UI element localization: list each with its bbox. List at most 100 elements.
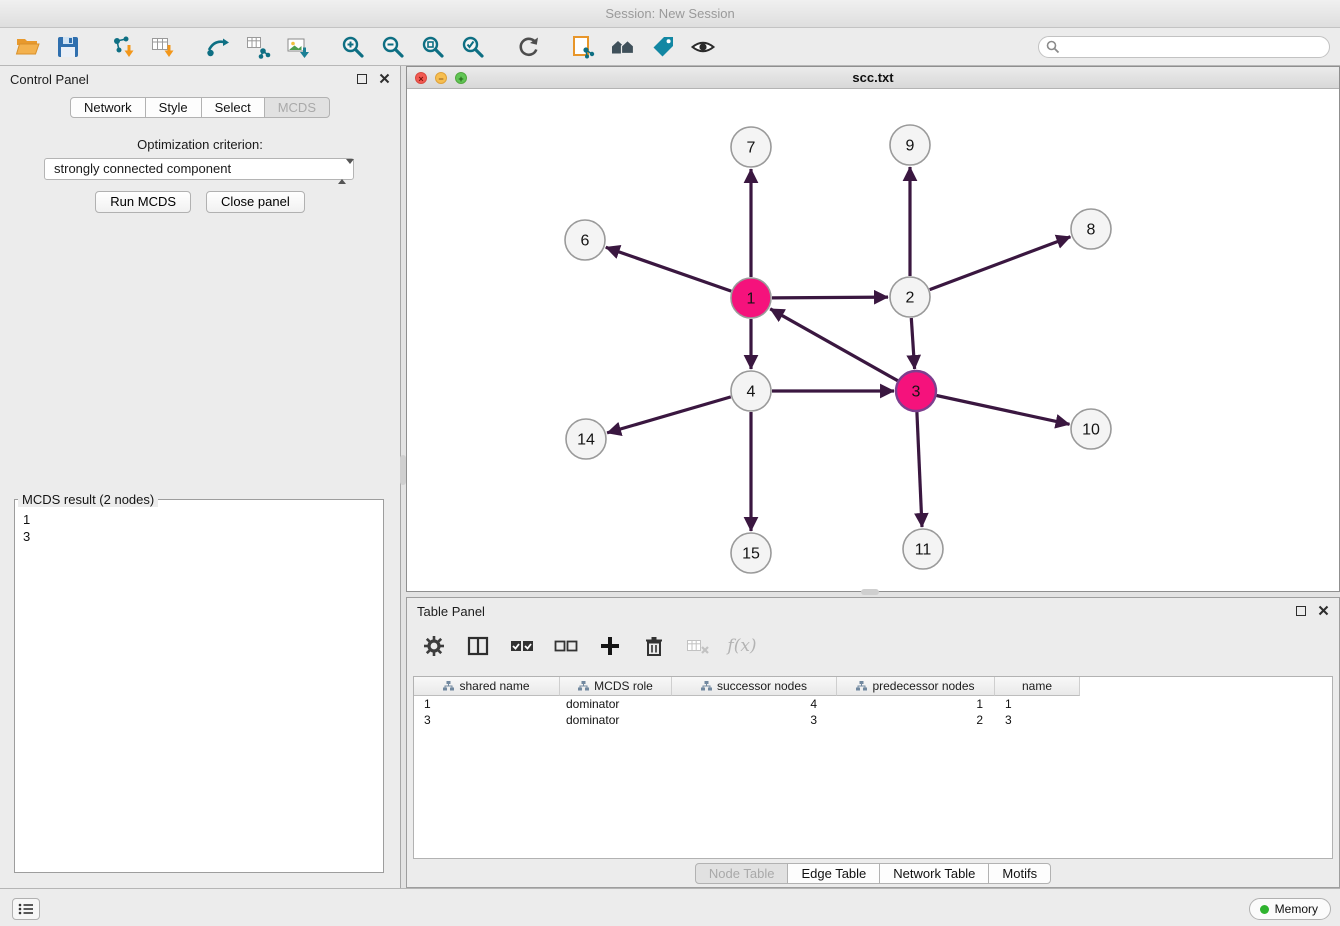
control-panel-tabs: Network Style Select MCDS: [0, 97, 400, 118]
eye-icon: [690, 34, 716, 60]
export-network-button[interactable]: [198, 31, 238, 63]
table-row[interactable]: 3 dominator 3 2 3: [414, 712, 1332, 728]
column-header-shared-name[interactable]: shared name: [414, 677, 560, 696]
graph-edge-1-6[interactable]: [606, 247, 731, 291]
first-neighbors-button[interactable]: [603, 31, 643, 63]
graph-node-2[interactable]: 2: [890, 277, 930, 317]
export-network-table-button[interactable]: [238, 31, 278, 63]
graph-node-8[interactable]: 8: [1071, 209, 1111, 249]
column-edit-icon: [701, 681, 712, 691]
tab-mcds[interactable]: MCDS: [264, 97, 330, 118]
import-table-button[interactable]: [143, 31, 183, 63]
tab-network[interactable]: Network: [70, 97, 146, 118]
cell-shared-name[interactable]: 1: [414, 696, 560, 712]
graph-node-7[interactable]: 7: [731, 127, 771, 167]
column-header-predecessor-nodes[interactable]: predecessor nodes: [837, 677, 995, 696]
control-panel-title: Control Panel: [10, 72, 89, 87]
import-network-button[interactable]: [103, 31, 143, 63]
graph-edge-2-8[interactable]: [930, 237, 1071, 290]
graph-node-1[interactable]: 1: [731, 278, 771, 318]
delete-row-button[interactable]: [639, 631, 669, 661]
graph-edge-3-1[interactable]: [770, 309, 898, 381]
graph-edge-4-14[interactable]: [607, 397, 731, 433]
graph-node-4[interactable]: 4: [731, 371, 771, 411]
graph-node-11[interactable]: 11: [903, 529, 943, 569]
open-session-button[interactable]: [8, 31, 48, 63]
table-settings-button[interactable]: [419, 631, 449, 661]
graph-edge-1-2[interactable]: [772, 297, 888, 298]
memory-label: Memory: [1275, 902, 1318, 916]
window-titlebar[interactable]: Session: New Session: [0, 0, 1340, 28]
save-session-button[interactable]: [48, 31, 88, 63]
zoom-fit-button[interactable]: [413, 31, 453, 63]
graph-node-9[interactable]: 9: [890, 125, 930, 165]
horizontal-splitter[interactable]: [861, 589, 879, 595]
column-header-label: successor nodes: [717, 679, 807, 693]
column-header-mcds-role[interactable]: MCDS role: [560, 677, 672, 696]
minimize-window-icon[interactable]: −: [435, 72, 447, 84]
tab-select[interactable]: Select: [201, 97, 265, 118]
tab-style[interactable]: Style: [145, 97, 202, 118]
delete-table-button[interactable]: [683, 631, 713, 661]
zoom-window-icon[interactable]: +: [455, 72, 467, 84]
cell-predecessor-nodes[interactable]: 1: [837, 696, 995, 712]
clone-network-button[interactable]: [563, 31, 603, 63]
zoom-in-button[interactable]: [333, 31, 373, 63]
graph-edge-2-3[interactable]: [911, 318, 914, 369]
zoom-selected-icon: [460, 34, 486, 60]
graph-node-6[interactable]: 6: [565, 220, 605, 260]
close-window-icon[interactable]: ×: [415, 72, 427, 84]
cell-shared-name[interactable]: 3: [414, 712, 560, 728]
annotations-button[interactable]: [643, 31, 683, 63]
cell-successor-nodes[interactable]: 4: [672, 696, 837, 712]
apply-layout-button[interactable]: [508, 31, 548, 63]
run-mcds-button[interactable]: Run MCDS: [95, 191, 191, 213]
deselect-all-button[interactable]: [551, 631, 581, 661]
graph-edge-3-11[interactable]: [917, 412, 922, 527]
function-builder-button[interactable]: f(x): [727, 631, 757, 661]
node-table: shared name MCDS role: [413, 676, 1333, 859]
task-history-button[interactable]: [12, 898, 40, 920]
tab-node-table[interactable]: Node Table: [695, 863, 789, 884]
show-hide-button[interactable]: [683, 31, 723, 63]
close-panel-icon[interactable]: [1318, 605, 1329, 616]
cell-name[interactable]: 3: [995, 712, 1080, 728]
status-bar: Memory: [0, 888, 1340, 926]
close-panel-button[interactable]: Close panel: [206, 191, 305, 213]
float-panel-icon[interactable]: [1296, 606, 1306, 616]
cell-mcds-role[interactable]: dominator: [560, 712, 672, 728]
tab-motifs[interactable]: Motifs: [988, 863, 1051, 884]
show-column-button[interactable]: [463, 631, 493, 661]
tab-edge-table[interactable]: Edge Table: [787, 863, 880, 884]
unchecked-boxes-icon: [553, 634, 579, 658]
graph-node-label: 1: [747, 291, 756, 308]
column-header-name[interactable]: name: [995, 677, 1080, 696]
cell-predecessor-nodes[interactable]: 2: [837, 712, 995, 728]
mcds-result-list[interactable]: 1 3: [15, 507, 383, 549]
add-row-button[interactable]: [595, 631, 625, 661]
criterion-dropdown[interactable]: strongly connected component: [44, 158, 354, 180]
cell-name[interactable]: 1: [995, 696, 1080, 712]
cell-successor-nodes[interactable]: 3: [672, 712, 837, 728]
tab-network-table[interactable]: Network Table: [879, 863, 989, 884]
graph-edge-3-10[interactable]: [937, 396, 1070, 425]
graph-node-10[interactable]: 10: [1071, 409, 1111, 449]
search-input[interactable]: [1038, 36, 1330, 58]
search-field: [1038, 36, 1330, 58]
zoom-out-button[interactable]: [373, 31, 413, 63]
cell-mcds-role[interactable]: dominator: [560, 696, 672, 712]
network-window-titlebar[interactable]: × − + scc.txt: [407, 67, 1339, 89]
graph-node-3[interactable]: 3: [896, 371, 936, 411]
zoom-out-icon: [380, 34, 406, 60]
close-panel-icon[interactable]: [379, 73, 390, 84]
zoom-selected-button[interactable]: [453, 31, 493, 63]
network-canvas[interactable]: 7 9 6 8 1 2 4 3 14 10 15 11: [407, 89, 1339, 591]
graph-node-15[interactable]: 15: [731, 533, 771, 573]
select-all-button[interactable]: [507, 631, 537, 661]
column-header-successor-nodes[interactable]: successor nodes: [672, 677, 837, 696]
export-image-button[interactable]: [278, 31, 318, 63]
table-row[interactable]: 1 dominator 4 1 1: [414, 696, 1332, 712]
graph-node-14[interactable]: 14: [566, 419, 606, 459]
memory-button[interactable]: Memory: [1249, 898, 1331, 920]
float-panel-icon[interactable]: [357, 74, 367, 84]
